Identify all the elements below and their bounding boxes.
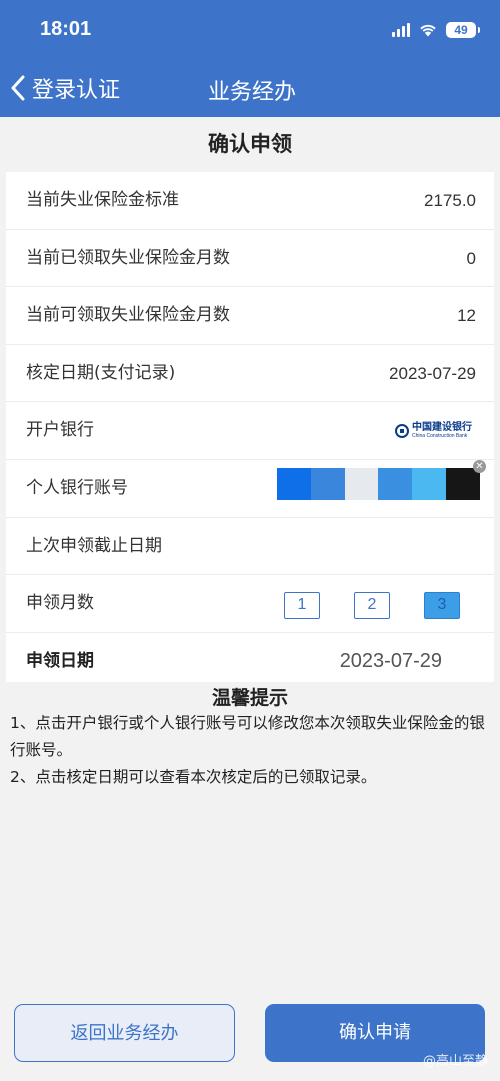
- tip-item: 2、点击核定日期可以查看本次核定后的已领取记录。: [10, 768, 377, 786]
- battery-icon: 49: [446, 22, 480, 38]
- bank-name-en: China Construction Bank: [412, 433, 468, 440]
- clear-icon[interactable]: ✕: [473, 459, 486, 473]
- month-option-3[interactable]: 3: [424, 592, 460, 620]
- chevron-left-icon: [11, 75, 25, 101]
- nav-title: 业务经办: [208, 80, 297, 105]
- signal-icon: [392, 23, 410, 37]
- mosaic-block: [378, 467, 413, 500]
- month-option-1[interactable]: 1: [284, 592, 320, 620]
- available-months-label: 当前可领取失业保险金月数: [26, 305, 230, 326]
- status-icons: 49: [392, 22, 480, 38]
- account-label: 个人银行账号: [26, 477, 128, 498]
- row-available-months: 当前可领取失业保险金月数 12: [6, 287, 494, 345]
- bank-label: 开户银行: [26, 420, 94, 441]
- standard-label: 当前失业保险金标准: [26, 190, 179, 210]
- standard-value: 2175.0: [424, 191, 476, 210]
- status-time: 18:01: [40, 18, 92, 40]
- mosaic-block: [344, 467, 379, 500]
- received-months-label: 当前已领取失业保险金月数: [26, 247, 230, 268]
- mosaic-block: [310, 467, 345, 500]
- wifi-icon: [420, 24, 436, 37]
- page-title: 确认申领: [208, 132, 292, 156]
- row-received-months: 当前已领取失业保险金月数 0: [6, 230, 494, 288]
- apply-date-label: 申领日期: [26, 650, 94, 671]
- tips-list: 1、点击开户银行或个人银行账号可以修改您本次领取失业保险金的银行账号。 2、点击…: [10, 710, 492, 791]
- verify-date-value[interactable]: 2023-07-29: [389, 345, 476, 402]
- apply-date-value: 2023-07-29: [339, 649, 442, 672]
- back-button[interactable]: 登录认证: [10, 72, 120, 104]
- mosaic-block: [412, 467, 447, 500]
- apply-months-label: 申领月数: [26, 593, 94, 614]
- bank-name-cn: 中国建设银行: [412, 422, 472, 434]
- ccb-emblem-icon: [395, 423, 409, 438]
- mosaic-block: [277, 467, 311, 500]
- received-months-value: 0: [466, 248, 476, 268]
- row-bank[interactable]: 开户银行 中国建设银行 China Construction Bank: [6, 402, 494, 460]
- verify-date-label: 核定日期(支付记录): [26, 362, 176, 383]
- row-apply-date: 申领日期 2023-07-29: [6, 633, 494, 691]
- ccb-logo[interactable]: 中国建设银行 China Construction Bank: [395, 422, 472, 439]
- return-button[interactable]: 返回业务经办: [14, 1004, 235, 1062]
- row-last-deadline: 上次申领截止日期: [6, 518, 494, 576]
- month-option-2[interactable]: 2: [354, 592, 390, 620]
- account-number-masked[interactable]: [277, 467, 480, 500]
- last-deadline-label: 上次申领截止日期: [26, 535, 162, 556]
- row-apply-months: 申领月数 1 2 3: [6, 575, 494, 633]
- app-header: 18:01 49 登录认证 业务经办: [0, 0, 500, 117]
- month-options: 1 2 3: [284, 592, 460, 620]
- tip-item: 1、点击开户银行或个人银行账号可以修改您本次领取失业保险金的银行账号。: [10, 714, 485, 759]
- available-months-value: 12: [457, 306, 476, 326]
- back-label: 登录认证: [32, 78, 121, 103]
- watermark: @高山至静: [422, 1054, 488, 1069]
- claim-info-card: 当前失业保险金标准 2175.0 当前已领取失业保险金月数 0 当前可领取失业保…: [6, 172, 494, 682]
- row-verify-date[interactable]: 核定日期(支付记录) 2023-07-29: [6, 345, 494, 403]
- row-standard: 当前失业保险金标准 2175.0: [6, 172, 494, 230]
- mosaic-block: [446, 467, 480, 500]
- tips-title: 温馨提示: [211, 687, 288, 709]
- row-account[interactable]: 个人银行账号 ✕: [6, 459, 494, 518]
